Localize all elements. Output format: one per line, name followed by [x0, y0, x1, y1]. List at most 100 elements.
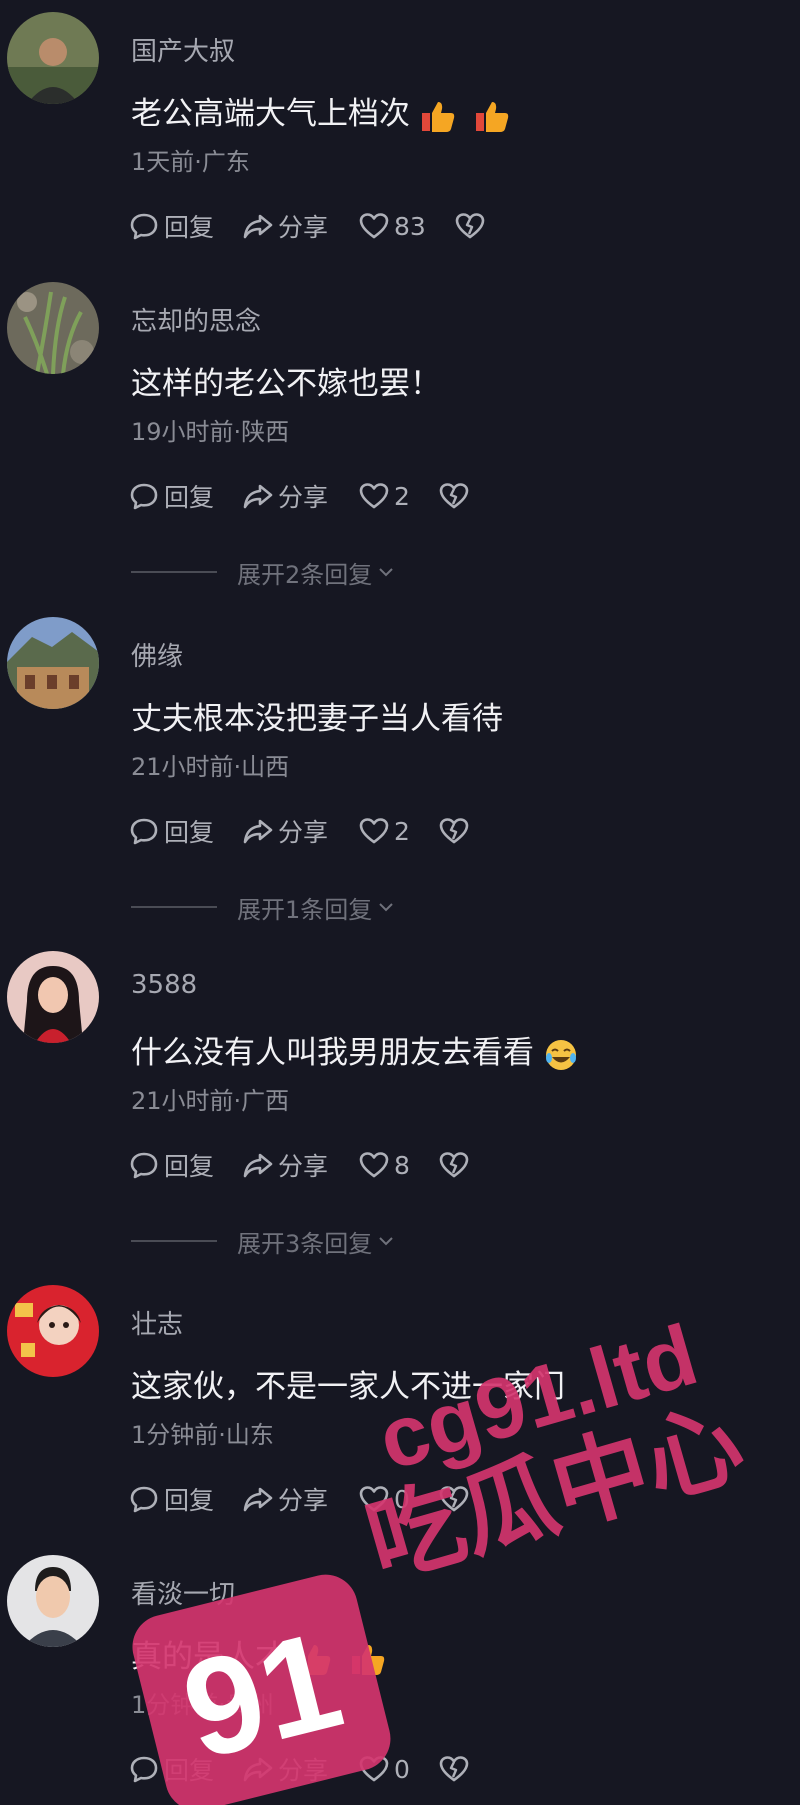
comment-username[interactable]: 国产大叔 [131, 31, 235, 68]
heart-icon [359, 1486, 389, 1512]
comment-actions: 回复 分享 8 [128, 1147, 470, 1183]
reply-label: 回复 [164, 483, 215, 512]
heart-icon [359, 1756, 389, 1782]
comment-username[interactable]: 忘却的思念 [131, 301, 261, 338]
avatar-man-portrait [7, 1555, 99, 1647]
thumbs-up-emoji [352, 1644, 385, 1675]
heart-icon [359, 483, 389, 509]
broken-heart-icon [439, 1756, 469, 1782]
share-button[interactable]: 分享 [242, 1147, 328, 1183]
broken-heart-icon [439, 483, 469, 509]
share-label: 分享 [278, 213, 329, 242]
heart-icon [359, 818, 389, 844]
avatar[interactable] [7, 282, 99, 374]
expand-replies-label: 展开2条回复 [237, 560, 373, 589]
comment-username[interactable]: 佛缘 [131, 636, 183, 673]
dislike-button[interactable] [438, 1483, 470, 1515]
expand-replies-button[interactable]: 展开3条回复 [131, 1225, 396, 1258]
like-button[interactable]: 0 [358, 1483, 410, 1515]
like-count: 2 [394, 481, 410, 511]
avatar-man-outdoor [7, 12, 99, 104]
expand-replies-label: 展开3条回复 [237, 1229, 373, 1258]
avatar[interactable] [7, 12, 99, 104]
share-button[interactable]: 分享 [242, 813, 328, 849]
reply-label: 回复 [164, 213, 215, 242]
share-icon [243, 1153, 273, 1178]
heart-icon [359, 1152, 389, 1178]
share-icon [243, 1757, 273, 1782]
comment-meta: 1天前·广东 [131, 148, 250, 176]
comment-text: 什么没有人叫我男朋友去看看 [131, 1027, 580, 1072]
share-button[interactable]: 分享 [242, 1481, 328, 1517]
comment-text: 这家伙，不是一家人不进一家门 [131, 1369, 565, 1405]
dislike-button[interactable] [438, 480, 470, 512]
like-count: 8 [394, 1150, 410, 1180]
reply-label: 回复 [164, 1152, 215, 1181]
comment-actions: 回复 分享 0 [128, 1751, 470, 1787]
comment-meta: 1分钟前·贵州 [131, 1691, 274, 1719]
broken-heart-icon [455, 213, 485, 239]
avatar[interactable] [7, 1555, 99, 1647]
dislike-button[interactable] [454, 210, 486, 242]
reply-icon [130, 1152, 158, 1179]
reply-button[interactable]: 回复 [128, 813, 214, 849]
like-button[interactable]: 0 [358, 1753, 410, 1785]
expand-replies-label: 展开1条回复 [237, 895, 373, 924]
chevron-down-icon [379, 568, 393, 577]
share-label: 分享 [278, 1152, 329, 1181]
reply-button[interactable]: 回复 [128, 478, 214, 514]
comment-text: 老公高端大气上档次 [131, 88, 510, 133]
reply-icon [130, 483, 158, 510]
like-button[interactable]: 8 [358, 1149, 410, 1181]
share-label: 分享 [278, 1486, 329, 1515]
chevron-down-icon [379, 1237, 393, 1246]
reply-icon [130, 818, 158, 845]
divider [131, 1240, 217, 1242]
reply-button[interactable]: 回复 [128, 1751, 214, 1787]
comment-username[interactable]: 壮志 [131, 1304, 183, 1341]
share-button[interactable]: 分享 [242, 1751, 328, 1787]
comment-username[interactable]: 看淡一切 [131, 1574, 235, 1611]
laughing-face-emoji [546, 1039, 576, 1070]
reply-button[interactable]: 回复 [128, 1481, 214, 1517]
dislike-button[interactable] [438, 815, 470, 847]
reply-icon [130, 213, 158, 240]
reply-button[interactable]: 回复 [128, 1147, 214, 1183]
comment-username[interactable]: 3588 [131, 970, 197, 1000]
watermark: 91 cg91.ltd 吃瓜中心 [132, 1307, 755, 1805]
share-button[interactable]: 分享 [242, 478, 328, 514]
avatar-temple [7, 617, 99, 709]
comment-actions: 回复 分享 0 [128, 1481, 470, 1517]
thumbs-up-emoji [422, 101, 455, 132]
share-icon [243, 484, 273, 509]
broken-heart-icon [439, 818, 469, 844]
reply-label: 回复 [164, 1756, 215, 1785]
like-button[interactable]: 2 [358, 480, 410, 512]
watermark-text: cg91.ltd 吃瓜中心 [356, 1307, 755, 1598]
reply-label: 回复 [164, 818, 215, 847]
dislike-button[interactable] [438, 1753, 470, 1785]
comment-actions: 回复 分享 2 [128, 813, 470, 849]
divider [131, 571, 217, 573]
comment-meta: 21小时前·山西 [131, 753, 290, 781]
like-button[interactable]: 2 [358, 815, 410, 847]
share-icon [243, 1487, 273, 1512]
dislike-button[interactable] [438, 1149, 470, 1181]
share-label: 分享 [278, 818, 329, 847]
comment-text: 丈夫根本没把妻子当人看待 [131, 701, 503, 737]
comment-meta: 1分钟前·山东 [131, 1421, 274, 1449]
divider [131, 906, 217, 908]
expand-replies-button[interactable]: 展开2条回复 [131, 556, 396, 589]
avatar[interactable] [7, 1285, 99, 1377]
thumbs-up-emoji [476, 101, 509, 132]
share-icon [243, 819, 273, 844]
avatar[interactable] [7, 951, 99, 1043]
avatar[interactable] [7, 617, 99, 709]
expand-replies-button[interactable]: 展开1条回复 [131, 891, 396, 924]
reply-button[interactable]: 回复 [128, 208, 214, 244]
like-button[interactable]: 83 [358, 210, 426, 242]
comment-meta: 19小时前·陕西 [131, 418, 290, 446]
comment-actions: 回复 分享 83 [128, 208, 486, 244]
reply-label: 回复 [164, 1486, 215, 1515]
share-button[interactable]: 分享 [242, 208, 328, 244]
